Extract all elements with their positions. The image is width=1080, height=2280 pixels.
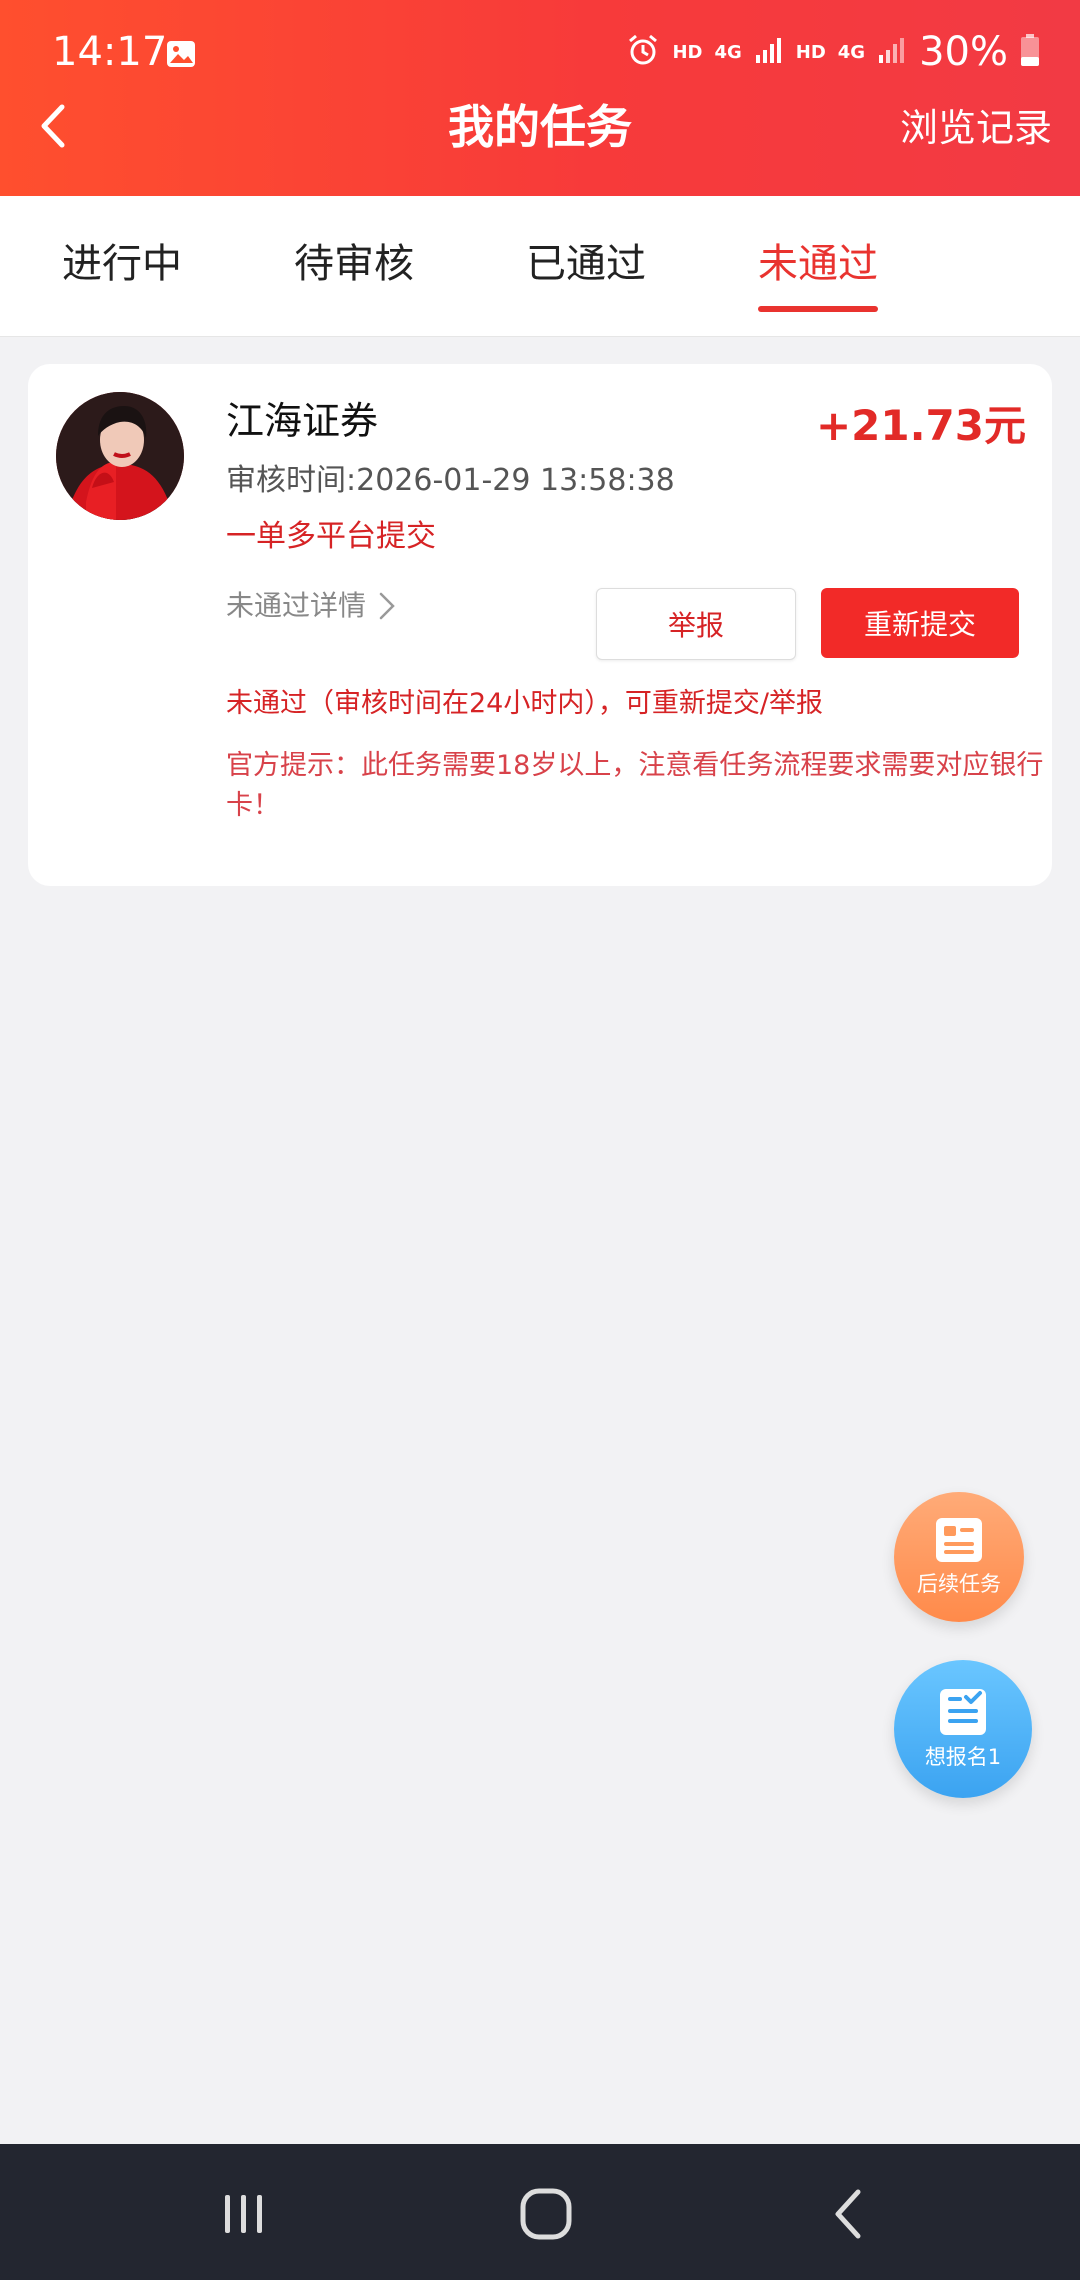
status-tabs: 进行中 待审核 已通过 未通过 bbox=[0, 196, 1080, 337]
report-button[interactable]: 举报 bbox=[596, 588, 796, 660]
recent-apps-button[interactable] bbox=[204, 2174, 284, 2254]
review-time: 审核时间:2026-01-29 13:58:38 bbox=[226, 463, 675, 498]
browse-history-link[interactable]: 浏览记录 bbox=[900, 98, 1052, 158]
official-tip: 官方提示：此任务需要18岁以上，注意看任务流程要求需要对应银行卡！ bbox=[226, 750, 1044, 821]
status-indicators: HD 4G HD 4G 30% bbox=[626, 24, 1040, 80]
checklist-icon bbox=[940, 1689, 986, 1735]
home-button[interactable] bbox=[506, 2174, 586, 2254]
resubmit-button[interactable]: 重新提交 bbox=[821, 588, 1019, 658]
document-list-icon bbox=[936, 1518, 982, 1562]
rejection-details-link[interactable]: 未通过详情 bbox=[226, 586, 396, 626]
multi-platform-tag: 一单多平台提交 bbox=[226, 519, 436, 554]
battery-icon bbox=[1020, 33, 1040, 72]
want-to-enroll-button[interactable]: 想报名1 bbox=[894, 1660, 1032, 1798]
chevron-right-icon bbox=[379, 592, 395, 620]
tab-pending-review[interactable]: 待审核 bbox=[294, 236, 414, 292]
home-icon bbox=[520, 2188, 572, 2240]
company-name: 江海证券 bbox=[226, 399, 379, 443]
signal-icon bbox=[754, 35, 784, 70]
followup-task-button[interactable]: 后续任务 bbox=[894, 1492, 1024, 1622]
rejection-notice: 未通过（审核时间在24小时内），可重新提交/举报 bbox=[226, 688, 823, 719]
system-back-button[interactable] bbox=[808, 2174, 888, 2254]
back-arrow-icon bbox=[835, 2189, 861, 2239]
signal-icon-2 bbox=[877, 35, 907, 70]
battery-percent: 30% bbox=[919, 29, 1008, 75]
network-4g-label-2: 4G bbox=[837, 41, 866, 63]
task-avatar bbox=[56, 392, 184, 520]
status-time: 14:17 bbox=[52, 29, 168, 75]
app-header: 14:17 HD 4G HD 4G 30% 我的任务 浏览记录 bbox=[0, 0, 1080, 196]
tab-in-progress[interactable]: 进行中 bbox=[62, 236, 182, 292]
reward-amount: +21.73元 bbox=[815, 401, 1026, 450]
active-tab-indicator bbox=[758, 306, 878, 312]
network-4g-label-1: 4G bbox=[714, 41, 742, 63]
recent-apps-icon bbox=[225, 2195, 262, 2233]
image-notification-icon bbox=[165, 38, 197, 74]
tab-approved[interactable]: 已通过 bbox=[526, 236, 646, 292]
want-to-enroll-label: 想报名1 bbox=[924, 1745, 1002, 1769]
hd-label-1: HD bbox=[672, 41, 703, 63]
rejection-details-label: 未通过详情 bbox=[226, 589, 367, 622]
hd-label-2: HD bbox=[795, 41, 826, 63]
alarm-icon bbox=[626, 33, 660, 72]
system-navigation-bar bbox=[0, 2144, 1080, 2280]
tab-rejected[interactable]: 未通过 bbox=[758, 236, 878, 292]
task-card[interactable]: 江海证券 +21.73元 审核时间:2026-01-29 13:58:38 一单… bbox=[28, 364, 1052, 886]
followup-task-label: 后续任务 bbox=[917, 1572, 1001, 1596]
